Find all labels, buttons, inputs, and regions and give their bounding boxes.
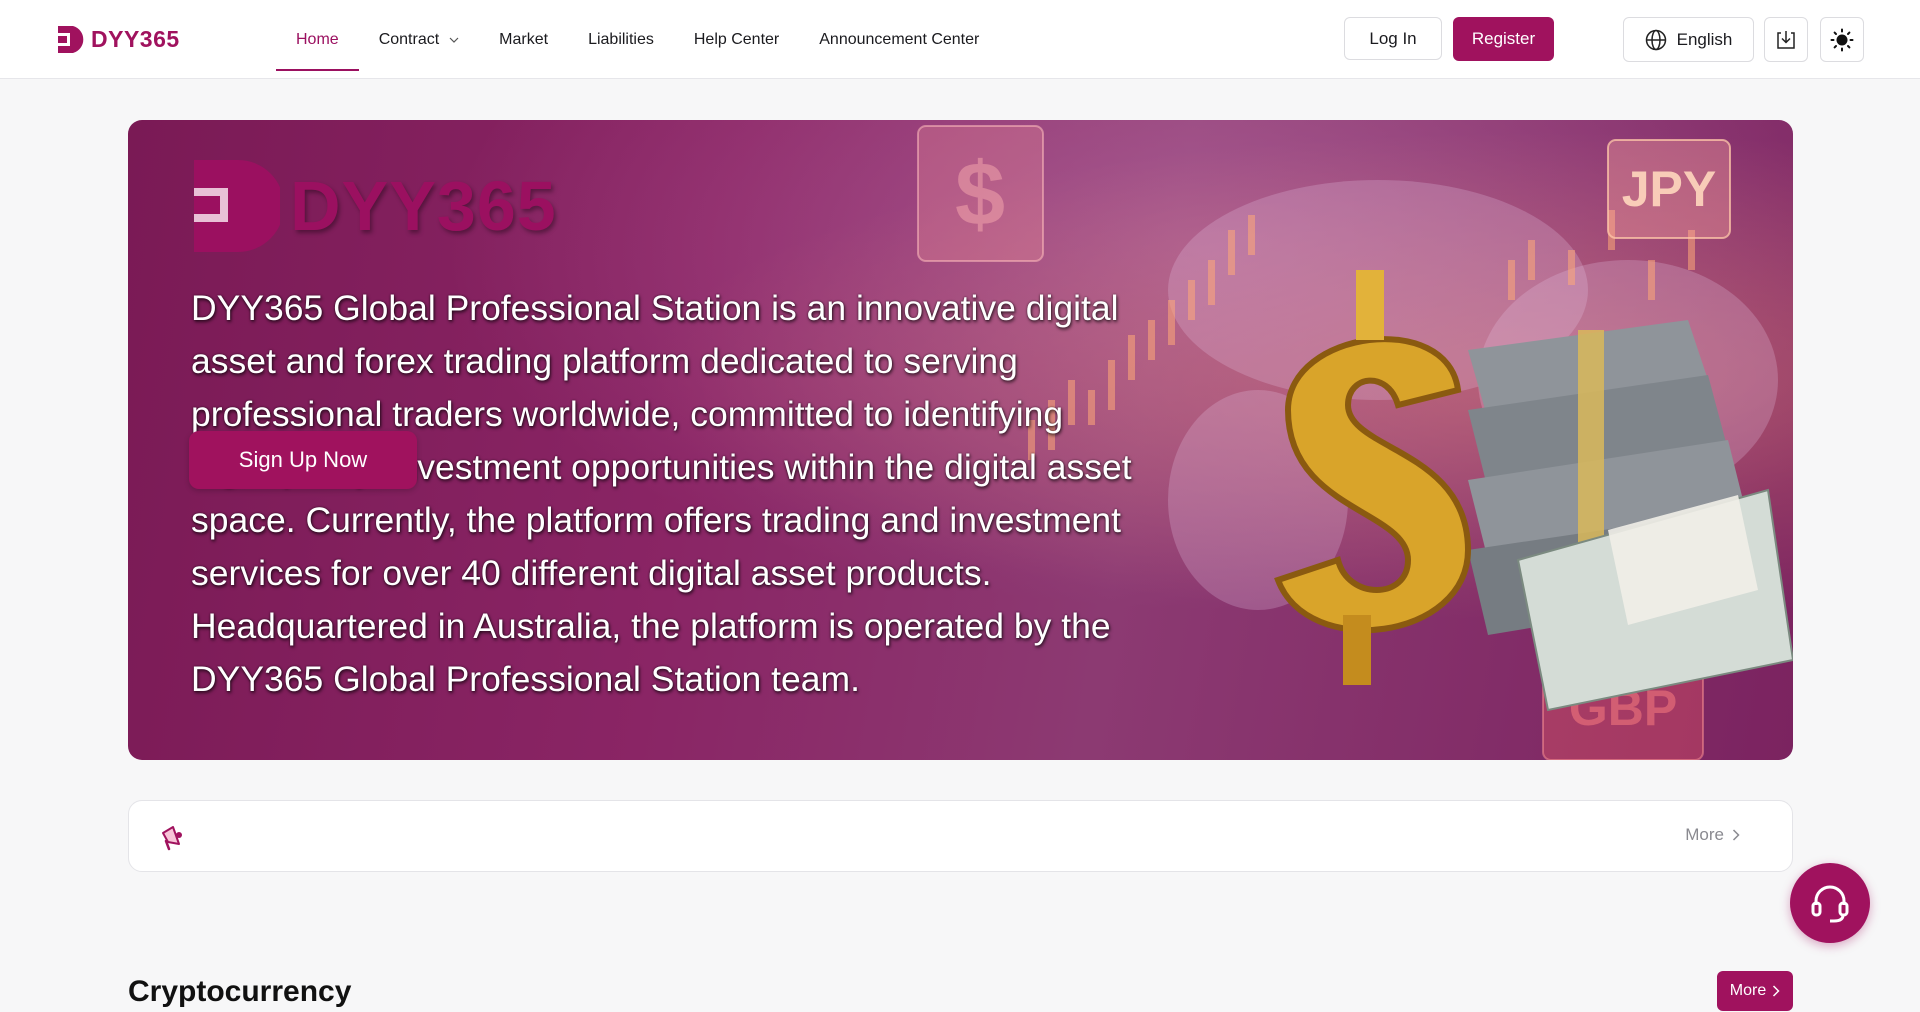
section-more-label: More xyxy=(1729,982,1767,999)
nav-liabilities-label: Liabilities xyxy=(588,30,654,48)
sun-icon xyxy=(1830,28,1854,51)
nav-contract[interactable]: Contract xyxy=(359,0,479,79)
currency-tag-dollar: $ xyxy=(955,145,1005,245)
register-button[interactable]: Register xyxy=(1453,17,1554,61)
nav-help-center[interactable]: Help Center xyxy=(674,0,799,79)
globe-icon xyxy=(1645,29,1666,50)
announcement-more-link[interactable]: More xyxy=(1685,825,1740,845)
chevron-right-icon xyxy=(1732,829,1740,841)
sign-up-now-button[interactable]: Sign Up Now xyxy=(189,431,417,489)
currency-tag-jpy: JPY xyxy=(1622,161,1717,217)
login-button[interactable]: Log In xyxy=(1344,17,1442,60)
headset-icon xyxy=(1811,885,1849,923)
banner-logo-icon xyxy=(194,160,280,252)
main-nav: Home Contract Market Liabilities Help Ce… xyxy=(276,0,999,79)
nav-liabilities[interactable]: Liabilities xyxy=(568,0,674,79)
download-icon xyxy=(1777,30,1795,49)
brand-name: DYY365 xyxy=(91,26,180,52)
announcement-bar: More xyxy=(128,800,1793,872)
hero-banner[interactable]: $ JPY GBP DYY365 DYY365 Global Professio… xyxy=(128,120,1793,760)
section-more-button[interactable]: More xyxy=(1717,971,1793,1011)
section-title: Cryptocurrency xyxy=(128,975,352,1008)
chevron-down-icon xyxy=(449,37,459,43)
nav-announcement-center-label: Announcement Center xyxy=(819,30,980,48)
language-label: English xyxy=(1676,29,1733,49)
banner-description: DYY365 Global Professional Station is an… xyxy=(191,288,1132,699)
customer-support-button[interactable] xyxy=(1790,863,1870,943)
megaphone-icon xyxy=(162,826,182,851)
nav-market-label: Market xyxy=(499,30,549,48)
nav-market[interactable]: Market xyxy=(479,0,568,79)
brand-logo-icon xyxy=(58,26,84,53)
announcement-more-label: More xyxy=(1685,825,1724,844)
nav-help-center-label: Help Center xyxy=(693,30,780,48)
download-app-button[interactable] xyxy=(1764,17,1808,62)
nav-contract-label: Contract xyxy=(378,30,440,48)
nav-home[interactable]: Home xyxy=(276,0,359,79)
theme-toggle-button[interactable] xyxy=(1820,17,1864,62)
banner-logo: DYY365 xyxy=(190,156,557,256)
brand-logo[interactable]: DYY365 xyxy=(56,24,180,55)
top-header: DYY365 Home Contract Market Liabilities … xyxy=(0,0,1920,79)
language-selector[interactable]: English xyxy=(1623,17,1754,62)
banner-brand-name: DYY365 xyxy=(290,167,557,245)
nav-home-label: Home xyxy=(296,30,339,48)
nav-announcement-center[interactable]: Announcement Center xyxy=(799,0,999,79)
chevron-right-icon xyxy=(1773,985,1780,997)
